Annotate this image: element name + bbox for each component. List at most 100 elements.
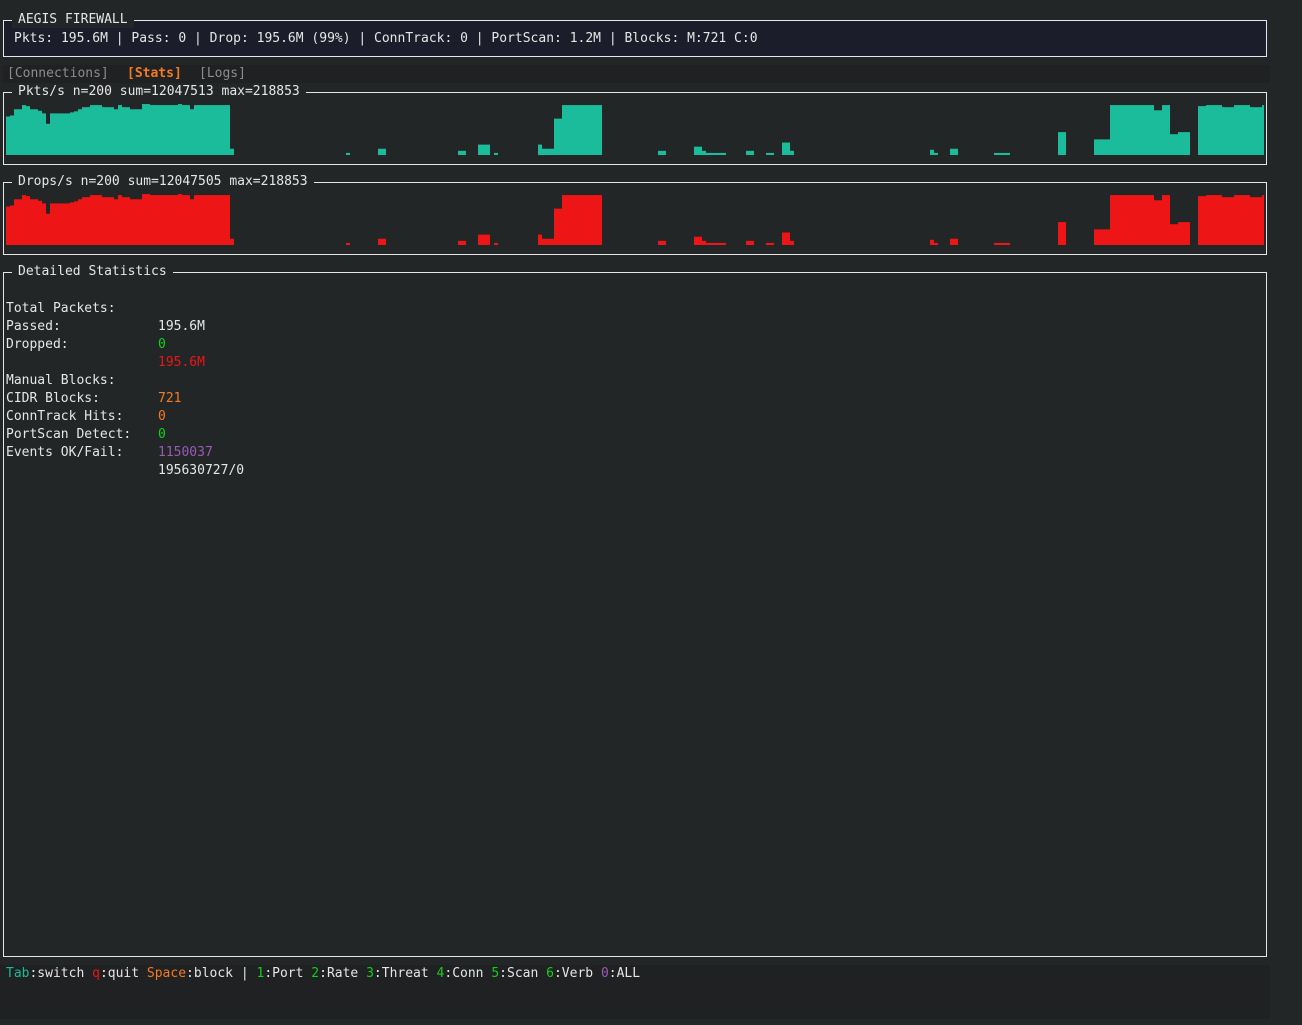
drops-bar (750, 240, 754, 245)
drops-bar (166, 195, 170, 245)
tab-logs[interactable]: [Logs] (199, 66, 246, 82)
pkts-bar (1062, 132, 1066, 155)
pkts-bar (714, 152, 718, 155)
drops-bar (786, 232, 790, 245)
drops-bar (1186, 222, 1190, 245)
drops-bar (1162, 195, 1166, 245)
drops-bar (30, 199, 34, 245)
drops-bar (154, 195, 158, 245)
drops-bar (458, 240, 462, 245)
pkts-bar (150, 105, 154, 155)
drops-bar (574, 195, 578, 245)
key-3: 3 (366, 966, 374, 981)
stats-title: Detailed Statistics (12, 264, 173, 280)
tab-bar: [Connections] [Stats] [Logs] (3, 65, 1270, 83)
drops-bar (130, 199, 134, 245)
drops-bar (78, 199, 82, 245)
drops-bar (998, 242, 1002, 245)
key-desc: :Port (264, 966, 312, 981)
pkts-bar (930, 149, 934, 155)
pkts-bar (114, 109, 118, 155)
tab-stats[interactable]: [Stats] (127, 66, 182, 82)
pkts-bar (766, 152, 770, 155)
drops-bar (718, 242, 722, 245)
pkts-bar (382, 148, 386, 155)
pkts-bar (1058, 132, 1062, 155)
pkts-bar (1138, 105, 1142, 155)
pkts-bar (658, 150, 662, 155)
drops-bar (226, 195, 230, 245)
drops-bar (1202, 196, 1206, 245)
pkts-bar (1222, 107, 1226, 155)
pkts-bar (782, 142, 786, 155)
pkts-bar (554, 118, 558, 155)
drops-bar (174, 195, 178, 245)
pkts-bar (122, 107, 126, 155)
drops-bar (190, 199, 194, 245)
key-5: 5 (491, 966, 500, 981)
pkts-bar (62, 113, 66, 155)
pkts-bar (58, 113, 62, 155)
pkts-bar (494, 152, 498, 155)
pkts-bar (202, 105, 206, 155)
drops-bar (1142, 195, 1146, 245)
pkts-bar (1242, 105, 1246, 155)
drops-bar (202, 195, 206, 245)
key-desc: :Conn (444, 966, 492, 981)
drops-bar (1230, 197, 1234, 245)
drops-bar (954, 238, 958, 245)
stats-panel: Detailed Statistics Total Packets: 195.6… (3, 264, 1267, 957)
pkts-bar (1202, 106, 1206, 155)
pkts-bar (106, 107, 110, 155)
drops-bar (790, 240, 794, 245)
drops-bar (54, 203, 58, 245)
drops-bar (90, 195, 94, 245)
pkts-bar (1158, 110, 1162, 155)
drops-bar (1222, 197, 1226, 245)
pkts-bar (566, 105, 570, 155)
pkts-bar (1150, 105, 1154, 155)
drops-bar (746, 240, 750, 245)
drops-bar (1130, 195, 1134, 245)
pkts-bar (954, 148, 958, 155)
drops-bar (1002, 242, 1006, 245)
pkts-bar (998, 152, 1002, 155)
drops-bar (554, 208, 558, 245)
drops-bar (1246, 195, 1250, 245)
pkts-bar (934, 152, 938, 155)
pkts-bar (994, 152, 998, 155)
pkts-bar (346, 152, 350, 155)
pkts-bar (562, 105, 566, 155)
drops-bar (134, 199, 138, 245)
drops-bar (594, 195, 598, 245)
drops-bar (126, 197, 130, 245)
tab-connections[interactable]: [Connections] (7, 66, 109, 82)
pkts-bar (138, 109, 142, 155)
drops-bar (1242, 195, 1246, 245)
drops-bar (1126, 195, 1130, 245)
drops-bar (1210, 195, 1214, 245)
pkts-bar (578, 105, 582, 155)
drops-bar (62, 203, 66, 245)
pkts-bar (750, 150, 754, 155)
drops-bar (1122, 195, 1126, 245)
stat-value: 0 (158, 427, 166, 442)
key-desc: :Verb (553, 966, 601, 981)
stat-row-events: Events OK/Fail: 195630727/0 (6, 426, 244, 498)
pkts-bar (1006, 152, 1010, 155)
pkts-bar (538, 144, 542, 155)
drops-bar (1226, 197, 1230, 245)
drops-bar (230, 238, 234, 245)
drops-bar (1250, 197, 1254, 245)
drops-bar (1182, 222, 1186, 245)
pkts-bar (218, 105, 222, 155)
pkts-bar (718, 152, 722, 155)
stat-label: Events OK/Fail: (6, 445, 124, 460)
pkts-bar (178, 104, 182, 155)
pkts-bar (1146, 105, 1150, 155)
drops-bar (1094, 229, 1098, 245)
drops-bar (1214, 195, 1218, 245)
stat-value: 195.6M (158, 319, 205, 334)
pkts-bar (198, 105, 202, 155)
stat-value: 195.6M (158, 355, 205, 370)
